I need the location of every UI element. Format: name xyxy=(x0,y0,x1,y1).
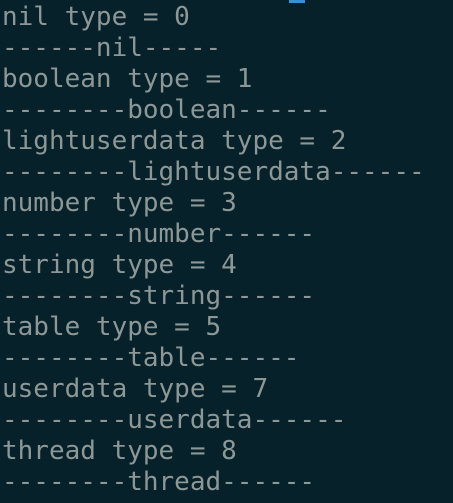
output-line: nil type = 0 xyxy=(2,2,190,32)
output-line: --------userdata------ xyxy=(2,405,347,435)
output-line: ------nil----- xyxy=(2,33,222,63)
output-line: userdata type = 7 xyxy=(2,374,269,404)
output-line: boolean type = 1 xyxy=(2,64,253,94)
output-line: thread type = 8 xyxy=(2,436,237,466)
output-line: --------thread------ xyxy=(2,467,316,497)
output-line: string type = 4 xyxy=(2,250,237,280)
output-line: --------boolean------ xyxy=(2,95,331,125)
output-line: --------number------ xyxy=(2,219,316,249)
output-line: --------table------ xyxy=(2,343,300,373)
output-line: lightuserdata type = 2 xyxy=(2,126,347,156)
terminal-output[interactable]: nil type = 0 ------nil----- boolean type… xyxy=(0,0,453,503)
output-line: --------lightuserdata------ xyxy=(2,157,425,187)
output-line: number type = 3 xyxy=(2,188,237,218)
output-line: --------string------ xyxy=(2,281,316,311)
output-line: table type = 5 xyxy=(2,312,222,342)
output-lines: nil type = 0 ------nil----- boolean type… xyxy=(2,2,425,498)
